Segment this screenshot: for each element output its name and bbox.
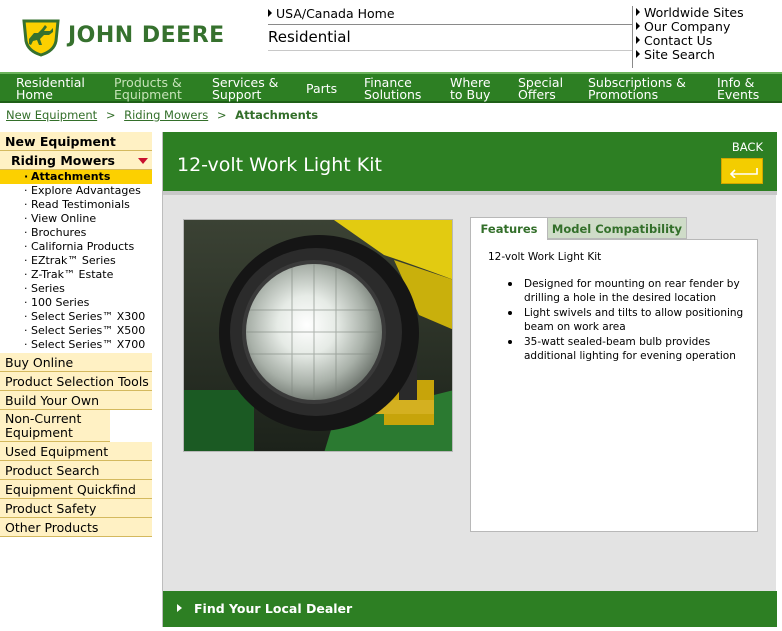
arrow-right-icon [636, 22, 640, 30]
arrow-right-icon [636, 36, 640, 44]
tab-features[interactable]: Features [470, 217, 548, 240]
breadcrumb-riding-mowers[interactable]: Riding Mowers [124, 108, 208, 122]
product-photo [183, 219, 453, 452]
product-title-bar: 12-volt Work Light Kit BACK [163, 132, 777, 195]
back-label: BACK [731, 140, 763, 154]
back-arrow-button[interactable] [721, 158, 763, 184]
sidebar-item-eztrak-series[interactable]: EZtrak™ Series [0, 254, 152, 268]
product-content-panel: 12-volt Work Light Kit BACK Features Mod… [162, 132, 777, 627]
features-panel-title: 12-volt Work Light Kit [488, 251, 602, 263]
sidebar-item-z-trak-estate[interactable]: Z-Trak™ Estate [0, 268, 152, 282]
sidebar-item-product-search[interactable]: Product Search [0, 461, 152, 480]
return-arrow-icon [729, 168, 758, 178]
section-title: Residential [268, 28, 351, 46]
arrow-right-icon [268, 9, 272, 17]
nav-parts[interactable]: Parts [306, 82, 337, 95]
sidebar-item-explore-advantages[interactable]: Explore Advantages [0, 184, 152, 198]
quick-links: Worldwide Sites Our Company Contact Us S… [632, 6, 782, 68]
breadcrumb: New Equipment > Riding Mowers > Attachme… [6, 108, 318, 122]
sidebar-nav: New Equipment Riding Mowers Attachments … [0, 132, 152, 537]
arrow-right-icon [636, 50, 640, 58]
chevron-down-icon [138, 158, 148, 164]
divider [268, 24, 632, 25]
john-deere-logo[interactable]: JOHN DEERE [20, 15, 230, 59]
quick-link-site-search[interactable]: Site Search [636, 48, 782, 62]
site-header: JOHN DEERE USA/Canada Home Residential W… [0, 0, 782, 72]
arrow-right-icon [636, 8, 640, 16]
nav-services-support[interactable]: Services & Support [212, 76, 278, 101]
features-panel: 12-volt Work Light Kit Designed for moun… [470, 239, 758, 532]
nav-residential-home[interactable]: Residential Home [16, 76, 85, 101]
usa-canada-home-link[interactable]: USA/Canada Home [268, 6, 395, 21]
sidebar-item-select-series-x300[interactable]: Select Series™ X300 [0, 310, 152, 324]
sidebar-item-build-your-own[interactable]: Build Your Own [0, 391, 152, 410]
sidebar-item-buy-online[interactable]: Buy Online [0, 353, 152, 372]
arrow-right-icon [177, 604, 182, 612]
sidebar-heading-new-equipment[interactable]: New Equipment [0, 132, 152, 151]
features-list: Designed for mounting on rear fender by … [488, 277, 747, 363]
breadcrumb-separator: > [216, 108, 227, 122]
quick-link-our-company[interactable]: Our Company [636, 20, 782, 34]
breadcrumb-separator: > [105, 108, 116, 122]
leaping-deer-logo-icon [22, 19, 60, 57]
back-button[interactable]: BACK [719, 140, 763, 188]
tab-model-compatibility[interactable]: Model Compatibility [547, 217, 687, 239]
main-navigation: Residential Home Products & Equipment Se… [0, 72, 782, 103]
sidebar-item-other-products[interactable]: Other Products [0, 518, 152, 537]
sidebar-item-series[interactable]: Series [0, 282, 152, 296]
sidebar-item-product-safety[interactable]: Product Safety [0, 499, 152, 518]
sidebar-item-100-series[interactable]: 100 Series [0, 296, 152, 310]
divider [268, 50, 632, 51]
quick-link-worldwide-sites[interactable]: Worldwide Sites [636, 6, 782, 20]
sidebar-item-product-selection-tools[interactable]: Product Selection Tools [0, 372, 152, 391]
sidebar-item-used-equipment[interactable]: Used Equipment [0, 442, 152, 461]
breadcrumb-current: Attachments [235, 108, 319, 122]
sidebar-item-brochures[interactable]: Brochures [0, 226, 152, 240]
sidebar-children: Attachments Explore Advantages Read Test… [0, 170, 152, 353]
sidebar-item-view-online[interactable]: View Online [0, 212, 152, 226]
sidebar-item-read-testimonials[interactable]: Read Testimonials [0, 198, 152, 212]
sidebar-item-non-current-equipment[interactable]: Non-Current Equipment [0, 410, 110, 442]
brand-name: JOHN DEERE [68, 23, 225, 48]
nav-finance-solutions[interactable]: Finance Solutions [364, 76, 421, 101]
work-light-image [184, 220, 452, 451]
nav-subscriptions-promotions[interactable]: Subscriptions & Promotions [588, 76, 686, 101]
nav-special-offers[interactable]: Special Offers [518, 76, 563, 101]
sidebar-subheading-riding-mowers[interactable]: Riding Mowers [0, 151, 152, 170]
feature-item: Light swivels and tilts to allow positio… [488, 306, 747, 334]
breadcrumb-new-equipment[interactable]: New Equipment [6, 108, 97, 122]
sidebar-item-equipment-quickfind[interactable]: Equipment Quickfind [0, 480, 152, 499]
feature-item: 35-watt sealed-beam bulb provides additi… [488, 335, 747, 363]
find-dealer-bar[interactable]: Find Your Local Dealer [163, 591, 777, 627]
sidebar-item-attachments[interactable]: Attachments [0, 170, 152, 184]
nav-products-equipment[interactable]: Products & Equipment [114, 76, 182, 101]
nav-where-to-buy[interactable]: Where to Buy [450, 76, 491, 101]
top-middle-area: USA/Canada Home Residential [268, 6, 632, 68]
find-dealer-link[interactable]: Find Your Local Dealer [194, 601, 352, 616]
product-title: 12-volt Work Light Kit [177, 154, 382, 176]
sidebar-item-select-series-x700[interactable]: Select Series™ X700 [0, 338, 152, 352]
product-tabs: Features Model Compatibility 12-volt Wor… [470, 217, 758, 532]
sidebar-item-select-series-x500[interactable]: Select Series™ X500 [0, 324, 152, 338]
nav-info-events[interactable]: Info & Events [717, 76, 759, 101]
feature-item: Designed for mounting on rear fender by … [488, 277, 747, 305]
sidebar-item-california-products[interactable]: California Products [0, 240, 152, 254]
quick-link-contact-us[interactable]: Contact Us [636, 34, 782, 48]
